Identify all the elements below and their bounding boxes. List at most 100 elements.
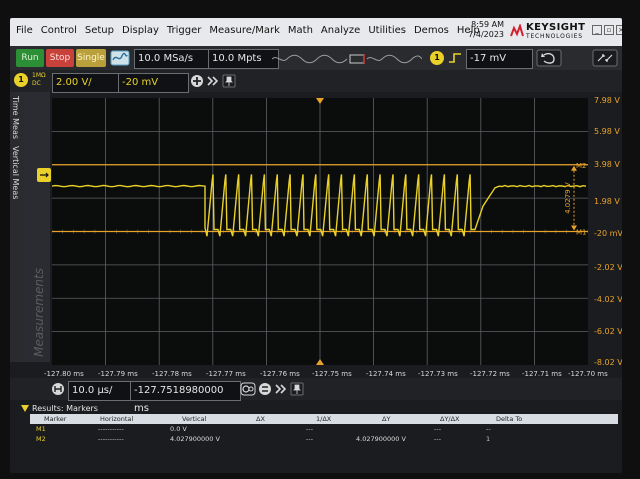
results-header-cell: 1/ΔX [316, 415, 332, 423]
time-scale-field[interactable]: 10.0 µs/ [68, 381, 131, 401]
channel-bar: 1 1MΩ DC 2.00 V/ -20 mV [10, 70, 622, 93]
results-collapse-icon[interactable] [20, 404, 30, 413]
results-title: Results: Markers [32, 404, 98, 413]
rising-edge-icon[interactable] [448, 52, 462, 64]
menu-bar: File Control Setup Display Trigger Measu… [10, 18, 622, 46]
coupling-label: 1MΩ DC [32, 72, 46, 88]
trigger-time-marker-bottom [316, 359, 324, 365]
results-cell: 0.0 V [170, 425, 187, 433]
stop-button[interactable]: Stop [46, 49, 74, 67]
zoom-toggle-icon[interactable] [592, 49, 618, 67]
horizontal-icon[interactable] [50, 382, 66, 396]
right-axis-label: -4.02 V [594, 295, 622, 304]
autoscale-icon[interactable] [110, 50, 130, 66]
menu-measure-mark[interactable]: Measure/Mark [209, 25, 280, 36]
menu-math[interactable]: Math [288, 25, 313, 36]
restore-icon[interactable]: ▫ [604, 25, 614, 35]
menu-display[interactable]: Display [122, 25, 159, 36]
single-button[interactable]: Single [76, 49, 106, 67]
table-row[interactable]: M1 ----------- 0.0 V --- --- -- [30, 424, 618, 434]
expand-arrows-icon[interactable] [206, 74, 220, 88]
tab-time-meas[interactable]: Time Meas [11, 96, 20, 139]
results-header-cell: ΔY/ΔX [440, 415, 460, 423]
memory-depth-field[interactable]: 10.0 Mpts [208, 49, 279, 69]
coupling-mode: DC [32, 80, 41, 87]
x-axis-label: -127.79 ms [98, 370, 138, 378]
minimize-icon[interactable]: _ [592, 25, 602, 35]
zoom-icon[interactable] [240, 382, 256, 396]
results-header-cell: Horizontal [100, 415, 134, 423]
menu-trigger[interactable]: Trigger [167, 25, 202, 36]
undo-icon[interactable] [536, 49, 562, 67]
trigger-source-badge[interactable]: 1 [430, 51, 444, 65]
waveform-display[interactable]: 4.0279 V M1 M2 [51, 98, 589, 365]
results-cell: 4.027900000 V [170, 435, 220, 443]
logo-subtext: TECHNOLOGIES [526, 33, 583, 40]
run-button[interactable]: Run [16, 49, 44, 67]
table-row[interactable]: M2 ----------- 4.027900000 V --- 4.02790… [30, 434, 618, 444]
logo-text: KEYSIGHT [526, 22, 586, 33]
datetime: 8:59 AM 7/4/2023 [454, 20, 504, 40]
right-axis-label: 1.98 V [594, 197, 620, 206]
menu-demos[interactable]: Demos [414, 25, 449, 36]
channel-scale-field[interactable]: 2.00 V/ [52, 73, 119, 93]
coupling-impedance: 1MΩ [32, 72, 46, 79]
horizontal-settings-icon[interactable] [258, 382, 272, 396]
menu-file[interactable]: File [16, 25, 33, 36]
window-buttons: _ ▫ × [592, 25, 622, 35]
sample-rate-field[interactable]: 10.0 MSa/s [134, 49, 209, 69]
marker-m2-label: M2 [576, 162, 587, 170]
trigger-position-bar[interactable] [272, 54, 422, 64]
menu-setup[interactable]: Setup [85, 25, 114, 36]
x-axis-label: -127.70 ms [568, 370, 608, 378]
trigger-level-field[interactable]: -17 mV [466, 49, 533, 69]
results-header-cell: Vertical [182, 415, 207, 423]
x-axis-label: -127.77 ms [206, 370, 246, 378]
results-header-cell: ΔX [256, 415, 265, 423]
right-axis-label: -6.02 V [594, 327, 622, 336]
oscilloscope-screen: File Control Setup Display Trigger Measu… [10, 18, 622, 473]
time-text: 8:59 AM [471, 20, 504, 29]
x-axis-label: -127.73 ms [418, 370, 458, 378]
x-axis-label: -127.74 ms [366, 370, 406, 378]
menu-control[interactable]: Control [41, 25, 77, 36]
waveform-svg: 4.0279 V M1 M2 [51, 98, 589, 365]
menu-analyze[interactable]: Analyze [321, 25, 360, 36]
results-header-row: Marker Horizontal Vertical ΔX 1/ΔX ΔY ΔY… [30, 414, 618, 424]
results-cell: M2 [36, 435, 46, 443]
add-channel-icon[interactable] [190, 74, 204, 88]
close-icon[interactable]: × [616, 25, 622, 35]
right-axis-label: 7.98 V [594, 96, 620, 105]
results-cell: M1 [36, 425, 46, 433]
channel-offset-field[interactable]: -20 mV [118, 73, 189, 93]
keysight-logo: KEYSIGHT TECHNOLOGIES [510, 22, 585, 42]
marker-m1-label: M1 [576, 229, 587, 237]
timebase-bar: 10.0 µs/ -127.7518980000 ms [10, 378, 622, 414]
date-text: 7/4/2023 [468, 30, 504, 39]
x-axis-label: -127.78 ms [152, 370, 192, 378]
side-tabs: Time Meas Vertical Meas [10, 92, 24, 362]
channel-badge[interactable]: 1 [14, 73, 28, 87]
menu-utilities[interactable]: Utilities [368, 25, 406, 36]
expand-arrows-icon[interactable] [274, 382, 288, 396]
tab-vertical-meas[interactable]: Vertical Meas [11, 146, 20, 199]
results-cell: --- [434, 425, 442, 433]
right-axis-label: -20 mV [594, 229, 622, 238]
measurements-panel-title: Measurements [32, 268, 46, 357]
x-axis-label: -127.76 ms [260, 370, 300, 378]
acquisition-toolbar: Run Stop Single 10.0 MSa/s 10.0 Mpts 1 -… [10, 46, 622, 70]
pin-icon[interactable] [222, 74, 236, 88]
results-header-cell: ΔY [382, 415, 391, 423]
channel-ground-marker-icon[interactable] [36, 167, 52, 183]
time-position-field[interactable]: -127.7518980000 ms [130, 381, 241, 414]
x-axis-label: -127.75 ms [312, 370, 352, 378]
right-axis-label: 5.98 V [594, 127, 620, 136]
pin-icon[interactable] [290, 382, 304, 396]
x-axis-label: -127.80 ms [44, 370, 84, 378]
x-axis-label: -127.72 ms [470, 370, 510, 378]
results-cell: ----------- [98, 435, 124, 443]
results-cell: ----------- [98, 425, 124, 433]
results-cell: --- [306, 425, 314, 433]
x-axis-label: -127.71 ms [522, 370, 562, 378]
right-axis-label: 3.98 V [594, 160, 620, 169]
